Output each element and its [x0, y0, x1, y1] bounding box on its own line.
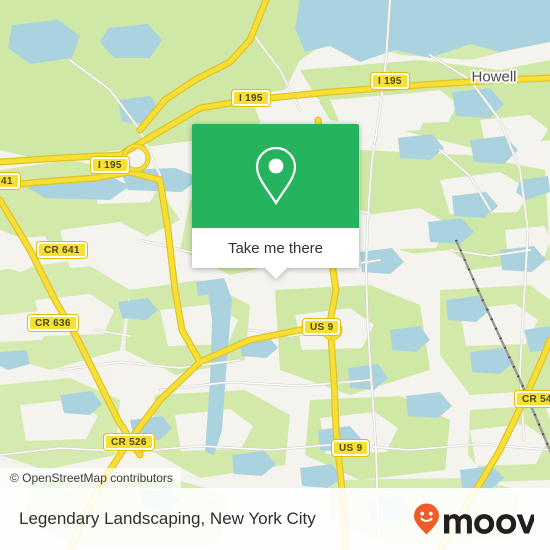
moovit-logo[interactable]	[412, 502, 540, 536]
shield-cr641: CR 641	[37, 242, 87, 258]
location-pin-icon	[253, 145, 299, 207]
shield-i195-top-center: I 195	[232, 90, 270, 106]
shield-us9-lower: US 9	[332, 440, 370, 456]
shield-cr526: CR 526	[104, 434, 154, 450]
shield-41-left-edge: 41	[0, 173, 20, 189]
moovit-smiley-pin-icon	[414, 503, 534, 535]
osm-attribution[interactable]: © OpenStreetMap contributors	[0, 468, 181, 488]
popup-pin-panel	[192, 124, 359, 228]
popup-cta-panel[interactable]: Take me there	[192, 228, 359, 279]
place-label-howell: Howell	[471, 68, 517, 86]
shield-i195-top-right: I 195	[371, 73, 409, 89]
location-popup-card[interactable]: Take me there	[192, 124, 359, 279]
shield-i195-left: I 195	[91, 157, 129, 173]
take-me-there-label: Take me there	[227, 239, 324, 257]
shield-cr547: CR 547	[515, 391, 550, 407]
popup-pointer-tail	[264, 268, 287, 279]
shield-us9-upper: US 9	[303, 319, 341, 335]
map-screenshot: Howell I 195 I 195 I 195 41 CR 641 CR 63…	[0, 0, 550, 550]
shield-cr636: CR 636	[28, 315, 78, 331]
footer-bar: Legendary Landscaping, New York City	[0, 488, 550, 550]
page-title: Legendary Landscaping, New York City	[19, 509, 316, 528]
